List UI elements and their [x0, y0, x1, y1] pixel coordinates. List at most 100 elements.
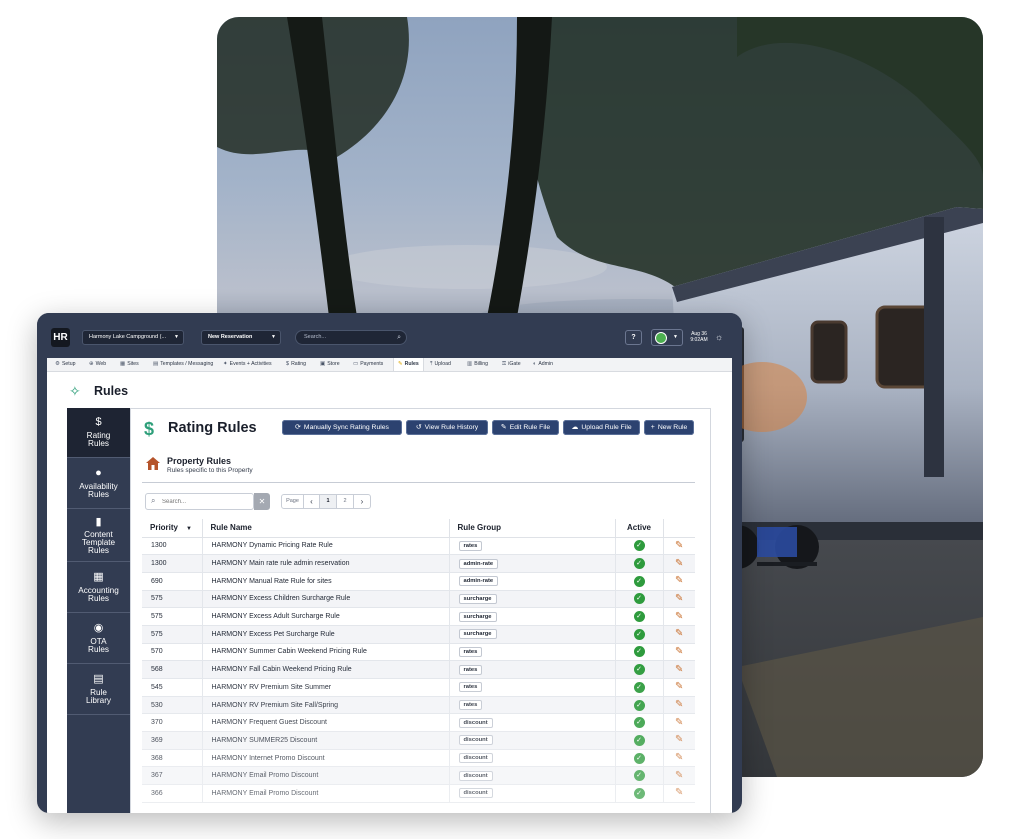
table-row[interactable]: 545 HARMONY RV Premium Site Summer rates ✓ ✎ [142, 678, 696, 697]
global-search-input[interactable]: Search... ⌕ [295, 330, 407, 345]
check-circle-icon[interactable]: ✓ [633, 575, 645, 587]
sync-rating-rules-button[interactable]: ⟳ Manually Sync Rating Rules [282, 420, 402, 435]
edit-icon[interactable]: ✎ [664, 576, 696, 586]
nav-sites[interactable]: ▦ Sites [120, 358, 139, 371]
sidebar-item-accounting-rules[interactable]: ▦ Accounting Rules [67, 563, 130, 613]
priority-column-header[interactable]: Priority ▼ [142, 519, 203, 538]
nav-admin[interactable]: ◐ Admin [533, 358, 553, 371]
theme-toggle-sun-icon[interactable]: ☼ [715, 332, 723, 342]
edit-icon[interactable]: ✎ [664, 593, 696, 604]
table-row[interactable]: 690 HARMONY Manual Rate Rule for sites adm… [142, 572, 696, 591]
rule-name[interactable]: HARMONY Fall Cabin Weekend Pricing Rule [202, 660, 450, 679]
sidebar-item-availability-rules[interactable]: ● Availability Rules [67, 459, 130, 509]
check-circle-icon[interactable]: ✓ [633, 734, 645, 746]
table-row[interactable]: 575 HARMONY Excess Children Surcharge Rul… [142, 590, 696, 609]
table-row[interactable]: 1300 HARMONY Main rate rule admin reserva… [142, 554, 696, 573]
rule-name-column-header[interactable]: Rule Name [202, 519, 450, 538]
rule-name[interactable]: HARMONY Email Promo Discount [202, 784, 450, 803]
nav-templates[interactable]: ▤ Templates / Messaging [153, 358, 213, 371]
rule-name[interactable]: HARMONY Main rate rule admin reservation [202, 554, 450, 573]
page-1-button[interactable]: 1 [320, 495, 337, 508]
active-column-header[interactable]: Active [615, 519, 664, 538]
edit-icon[interactable]: ✎ [664, 558, 696, 569]
edit-icon[interactable]: ✎ [664, 682, 696, 692]
table-row[interactable]: 368 HARMONY Internet Promo Discount discou… [142, 749, 696, 768]
edit-icon[interactable]: ✎ [664, 611, 696, 622]
user-menu-button[interactable]: ▼ [651, 329, 683, 346]
edit-icon[interactable]: ✎ [664, 735, 696, 745]
nav-rating[interactable]: $ Rating [286, 358, 306, 371]
nav-setup[interactable]: ⚙ Setup [55, 358, 76, 371]
nav-rules[interactable]: ✎ Rules [393, 358, 424, 371]
rule-name[interactable]: HARMONY Frequent Guest Discount [202, 713, 450, 733]
check-circle-icon[interactable]: ✓ [633, 558, 645, 570]
edit-icon[interactable]: ✎ [664, 664, 696, 675]
check-circle-icon[interactable]: ✓ [633, 664, 645, 676]
table-row[interactable]: 1300 HARMONY Dynamic Pricing Rate Rule rat… [142, 537, 696, 556]
edit-icon[interactable]: ✎ [664, 788, 696, 798]
rule-name[interactable]: HARMONY Summer Cabin Weekend Pricing Rul… [202, 643, 450, 662]
nav-web[interactable]: ⊕ Web [89, 358, 106, 371]
rule-name[interactable]: HARMONY Dynamic Pricing Rate Rule [202, 537, 450, 556]
table-row[interactable]: 370 HARMONY Frequent Guest Discount discou… [142, 713, 696, 733]
check-circle-icon[interactable]: ✓ [633, 646, 645, 658]
check-circle-icon[interactable]: ✓ [633, 770, 645, 782]
new-reservation-select[interactable]: New Reservation ▼ [201, 330, 281, 345]
rule-name[interactable]: HARMONY Excess Pet Surcharge Rule [202, 625, 450, 644]
rule-name[interactable]: HARMONY RV Premium Site Summer [202, 678, 450, 697]
rule-name[interactable]: HARMONY Excess Adult Surcharge Rule [202, 607, 450, 626]
property-select[interactable]: Harmony Lake Campground (... ▼ [82, 330, 184, 345]
table-row[interactable]: 575 HARMONY Excess Pet Surcharge Rule surc… [142, 625, 696, 644]
sidebar-item-rule-library[interactable]: ▤ Rule Library [67, 665, 130, 715]
upload-rule-file-button[interactable]: ☁ Upload Rule File [563, 420, 640, 435]
rule-name[interactable]: HARMONY Email Promo Discount [202, 766, 450, 786]
sidebar-item-content-template-rules[interactable]: ▮ Content Template Rules [67, 510, 130, 562]
rule-name[interactable]: HARMONY SUMMER25 Discount [202, 731, 450, 750]
rule-name[interactable]: HARMONY Manual Rate Rule for sites [202, 572, 450, 591]
nav-upload[interactable]: ⤒ Upload [430, 358, 451, 371]
edit-icon[interactable]: ✎ [664, 770, 696, 781]
check-circle-icon[interactable]: ✓ [633, 717, 645, 729]
check-circle-icon[interactable]: ✓ [633, 540, 645, 552]
help-button[interactable]: ? [625, 330, 642, 345]
edit-icon[interactable]: ✎ [664, 700, 696, 710]
nav-billing[interactable]: ▥ Billing [467, 358, 488, 371]
nav-payments[interactable]: ▭ Payments [353, 358, 383, 371]
edit-icon[interactable]: ✎ [664, 646, 696, 657]
check-circle-icon[interactable]: ✓ [633, 611, 645, 623]
check-circle-icon[interactable]: ✓ [633, 699, 645, 711]
table-row[interactable]: 369 HARMONY SUMMER25 Discount discount ✓ ✎ [142, 731, 696, 750]
view-rule-history-button[interactable]: ↺ View Rule History [406, 420, 488, 435]
check-circle-icon[interactable]: ✓ [633, 787, 645, 799]
table-row[interactable]: 366 HARMONY Email Promo Discount discount ✓… [142, 784, 696, 803]
edit-icon[interactable]: ✎ [664, 753, 696, 763]
rule-name[interactable]: HARMONY RV Premium Site Fall/Spring [202, 696, 450, 715]
clear-search-button[interactable]: ✕ [254, 493, 270, 510]
edit-icon[interactable]: ✎ [664, 717, 696, 728]
page-2-button[interactable]: 2 [337, 495, 354, 508]
nav-events[interactable]: ✦ Events + Activities [223, 358, 272, 371]
table-row[interactable]: 367 HARMONY Email Promo Discount discount ✓… [142, 766, 696, 786]
next-page-button[interactable]: › [354, 495, 370, 508]
rule-name[interactable]: HARMONY Internet Promo Discount [202, 749, 450, 768]
new-rule-button[interactable]: + New Rule [644, 420, 694, 435]
sidebar-item-rating-rules[interactable]: $ Rating Rules [67, 408, 130, 458]
edit-icon[interactable]: ✎ [664, 629, 696, 639]
nav-store[interactable]: ▣ Store [320, 358, 340, 371]
rule-group-column-header[interactable]: Rule Group [449, 519, 616, 538]
table-row[interactable]: 568 HARMONY Fall Cabin Weekend Pricing Ru… [142, 660, 696, 679]
check-circle-icon[interactable]: ✓ [633, 628, 645, 640]
nav-igate[interactable]: ⚿ iGate [502, 358, 521, 371]
check-circle-icon[interactable]: ✓ [633, 681, 645, 693]
check-circle-icon[interactable]: ✓ [633, 752, 645, 764]
edit-icon[interactable]: ✎ [664, 540, 696, 551]
prev-page-button[interactable]: ‹ [304, 495, 320, 508]
app-logo[interactable]: HR [51, 328, 70, 347]
edit-rule-file-button[interactable]: ✎ Edit Rule File [492, 420, 559, 435]
sidebar-item-ota-rules[interactable]: ◉ OTA Rules [67, 614, 130, 664]
table-row[interactable]: 575 HARMONY Excess Adult Surcharge Rule su… [142, 607, 696, 626]
rule-name[interactable]: HARMONY Excess Children Surcharge Rule [202, 590, 450, 609]
table-row[interactable]: 530 HARMONY RV Premium Site Fall/Spring ra… [142, 696, 696, 715]
rules-search-input[interactable] [162, 496, 248, 507]
table-row[interactable]: 570 HARMONY Summer Cabin Weekend Pricing … [142, 643, 696, 662]
